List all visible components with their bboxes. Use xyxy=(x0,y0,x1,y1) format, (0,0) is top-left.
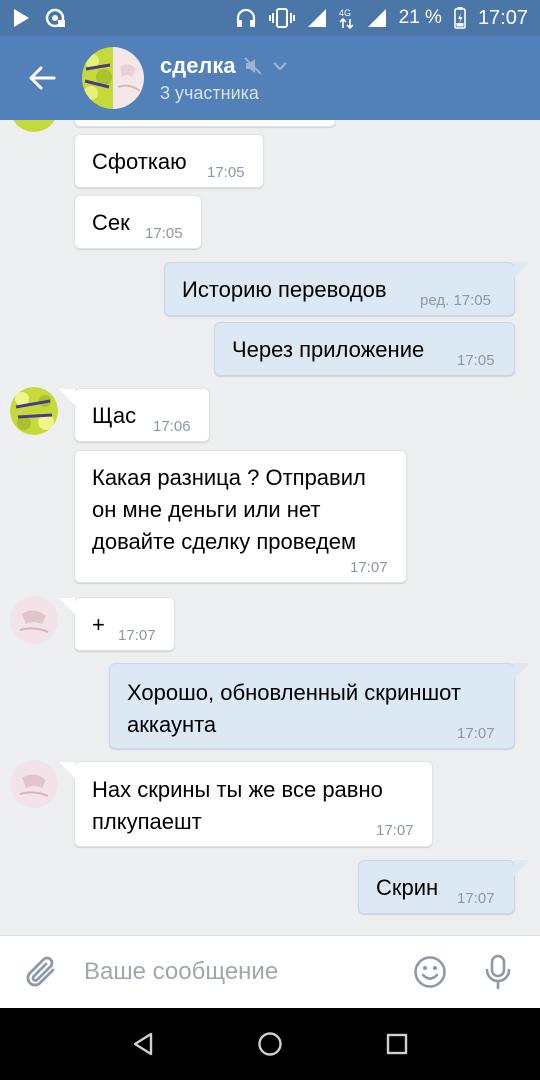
avatar[interactable] xyxy=(10,387,58,435)
chat-title[interactable]: сделка xyxy=(160,53,236,79)
cast-icon xyxy=(44,8,66,28)
message-list[interactable]: Сфоткаю 17:05 Сек 17:05 Историю переводо… xyxy=(0,120,540,935)
emoji-button[interactable] xyxy=(396,936,464,1009)
message-bubble-outgoing[interactable]: Через приложение 17:05 xyxy=(214,322,515,376)
nav-home-button[interactable] xyxy=(240,1014,300,1074)
message-bubble[interactable]: + 17:07 xyxy=(74,597,175,651)
message-text-line: Какая разница ? Отправил xyxy=(92,465,366,490)
microphone-icon xyxy=(485,954,511,990)
nav-back-button[interactable] xyxy=(113,1014,173,1074)
message-text: Сфоткаю xyxy=(92,149,187,174)
bubble-tail xyxy=(514,663,530,679)
message-time: 17:06 xyxy=(153,418,191,435)
play-icon xyxy=(12,8,30,28)
message-text-line: довайте сделку проведем xyxy=(92,529,357,554)
bubble-tail xyxy=(514,860,530,876)
message-bubble-outgoing[interactable]: Хорошо, обновленный скриншот аккаунта 17… xyxy=(109,663,515,749)
message-time: 17:07 xyxy=(118,627,156,644)
status-bar: 4G 21 % 17:07 xyxy=(0,0,540,36)
battery-icon xyxy=(454,7,466,29)
vibrate-icon xyxy=(268,8,295,28)
bubble-tail xyxy=(514,262,530,278)
bubble-tail xyxy=(59,389,75,405)
message-text: Через приложение xyxy=(232,337,425,362)
svg-text:4G: 4G xyxy=(339,8,351,18)
message-time: 17:05 xyxy=(207,164,245,181)
back-arrow-icon xyxy=(29,66,56,90)
mute-icon xyxy=(243,56,262,75)
message-time: 17:07 xyxy=(350,559,388,576)
headphones-icon xyxy=(235,8,257,28)
message-text-line: плкупаешт xyxy=(92,809,202,834)
message-time: 17:05 xyxy=(145,225,183,242)
back-button[interactable] xyxy=(0,36,84,120)
message-bubble[interactable]: Какая разница ? Отправил он мне деньги и… xyxy=(74,450,407,583)
message-bubble-partial xyxy=(74,120,336,127)
participants-count: 3 участника xyxy=(160,82,259,103)
message-bubble-outgoing[interactable]: Скрин 17:07 xyxy=(358,860,515,914)
smiley-icon xyxy=(414,956,446,988)
nav-recents-icon xyxy=(386,1033,407,1055)
message-bubble-outgoing[interactable]: Историю переводов ред. 17:05 xyxy=(164,262,515,316)
avatar-partial xyxy=(10,120,58,132)
battery-percent: 21 % xyxy=(398,7,442,28)
message-text: Щас xyxy=(92,403,137,428)
message-text: + xyxy=(92,612,105,637)
message-bubble[interactable]: Сек 17:05 xyxy=(74,195,202,249)
message-input[interactable] xyxy=(84,947,396,997)
clock: 17:07 xyxy=(477,6,528,29)
bubble-tail xyxy=(59,762,75,778)
message-text-line: аккаунта xyxy=(127,712,217,737)
paperclip-icon xyxy=(26,956,55,987)
message-text-line: Хорошо, обновленный скриншот xyxy=(127,680,462,705)
bubble-tail xyxy=(59,598,75,614)
nav-recents-button[interactable] xyxy=(367,1014,427,1074)
attach-button[interactable] xyxy=(0,936,84,1009)
chat-header: сделка 3 участника xyxy=(0,36,540,120)
signal-icon xyxy=(367,8,387,28)
message-text: Сек xyxy=(92,210,130,235)
signal-icon xyxy=(307,8,327,28)
chat-avatar[interactable] xyxy=(82,47,144,109)
avatar[interactable] xyxy=(10,760,58,808)
nav-back-icon xyxy=(134,1032,153,1056)
message-bubble[interactable]: Сфоткаю 17:05 xyxy=(74,134,264,188)
message-time: 17:07 xyxy=(457,725,495,742)
message-text-line: он мне деньги или нет xyxy=(92,497,321,522)
nav-home-icon xyxy=(258,1032,282,1056)
message-composer xyxy=(0,935,540,1008)
message-text: Скрин xyxy=(376,875,439,900)
message-time: 17:07 xyxy=(376,822,414,839)
message-bubble[interactable]: Щас 17:06 xyxy=(74,388,210,442)
message-time: 17:07 xyxy=(457,890,495,907)
message-text-line: Нах скрины ты же все равно xyxy=(92,777,383,802)
chevron-down-icon[interactable] xyxy=(272,61,288,71)
system-nav-bar xyxy=(0,1008,540,1080)
4g-icon: 4G xyxy=(339,7,355,29)
message-text: Историю переводов xyxy=(182,277,387,302)
message-bubble[interactable]: Нах скрины ты же все равно плкупаешт 17:… xyxy=(74,761,433,847)
message-time: ред. 17:05 xyxy=(420,292,491,309)
voice-message-button[interactable] xyxy=(464,936,532,1009)
avatar[interactable] xyxy=(10,596,58,644)
message-time: 17:05 xyxy=(457,352,495,369)
